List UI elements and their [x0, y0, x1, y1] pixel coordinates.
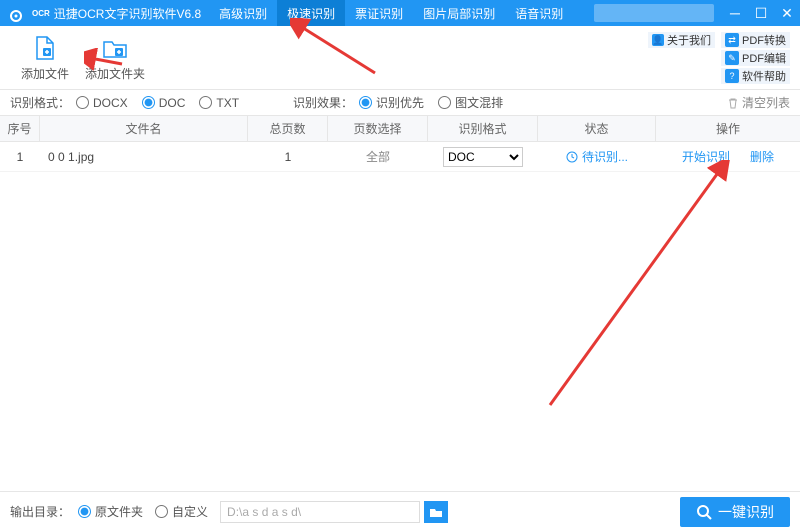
output-original-radio[interactable]: 原文件夹 [78, 503, 143, 520]
cell-format: DOC [428, 147, 538, 167]
folder-icon [429, 505, 443, 519]
main-tabs: 高级识别 极速识别 票证识别 图片局部识别 语音识别 [209, 0, 573, 26]
right-panel: 👤关于我们 ⇄PDF转换 ✎PDF编辑 ?软件帮助 [648, 32, 790, 84]
effect-priority-radio[interactable]: 识别优先 [359, 94, 424, 111]
effect-mixed-radio[interactable]: 图文混排 [438, 94, 503, 111]
clear-list-button[interactable]: 清空列表 [727, 94, 790, 111]
format-label: 识别格式： [10, 94, 70, 111]
output-custom-radio[interactable]: 自定义 [155, 503, 208, 520]
run-recognize-button[interactable]: 一键识别 [680, 497, 790, 527]
output-label: 输出目录： [10, 503, 70, 520]
logo-text: OCR [32, 9, 50, 18]
trash-icon [727, 97, 739, 109]
th-status: 状态 [538, 116, 656, 141]
add-folder-label: 添加文件夹 [85, 65, 145, 82]
user-icon: 👤 [652, 34, 664, 46]
table-header: 序号 文件名 总页数 页数选择 识别格式 状态 操作 [0, 116, 800, 142]
help-icon: ? [725, 69, 739, 83]
clock-icon [566, 151, 578, 163]
browse-button[interactable] [424, 501, 448, 523]
start-recognize-link[interactable]: 开始识别 [682, 148, 730, 165]
table-body: 1 0 0 1.jpg 1 全部 DOC 待识别... 开始识别 删除 [0, 142, 800, 464]
th-total-pages: 总页数 [248, 116, 328, 141]
th-filename: 文件名 [40, 116, 248, 141]
cell-page-select[interactable]: 全部 [328, 148, 428, 165]
maximize-button[interactable]: ☐ [748, 0, 774, 26]
format-txt-radio[interactable]: TXT [199, 96, 239, 110]
add-file-button[interactable]: 添加文件 [10, 30, 80, 86]
th-operations: 操作 [656, 116, 800, 141]
convert-icon: ⇄ [725, 33, 739, 47]
th-page-select: 页数选择 [328, 116, 428, 141]
cell-status: 待识别... [538, 148, 656, 165]
app-logo [4, 1, 28, 25]
options-bar: 识别格式： DOCX DOC TXT 识别效果： 识别优先 图文混排 清空列表 [0, 90, 800, 116]
tab-advanced[interactable]: 高级识别 [209, 0, 277, 26]
cell-pages: 1 [248, 150, 328, 164]
app-title: 迅捷OCR文字识别软件V6.8 [54, 5, 209, 22]
soft-help-button[interactable]: ?软件帮助 [721, 68, 790, 84]
about-button[interactable]: 👤关于我们 [648, 32, 715, 48]
file-add-icon [31, 34, 59, 62]
tab-voice[interactable]: 语音识别 [505, 0, 573, 26]
cell-ops: 开始识别 删除 [656, 148, 800, 165]
pdf-edit-button[interactable]: ✎PDF编辑 [721, 50, 790, 66]
format-select[interactable]: DOC [443, 147, 523, 167]
toolbar: 添加文件 添加文件夹 👤关于我们 ⇄PDF转换 ✎PDF编辑 ?软件帮助 [0, 26, 800, 90]
search-icon [696, 504, 712, 520]
format-docx-radio[interactable]: DOCX [76, 96, 128, 110]
pdf-convert-button[interactable]: ⇄PDF转换 [721, 32, 790, 48]
table-row[interactable]: 1 0 0 1.jpg 1 全部 DOC 待识别... 开始识别 删除 [0, 142, 800, 172]
tab-partial[interactable]: 图片局部识别 [413, 0, 505, 26]
edit-icon: ✎ [725, 51, 739, 65]
tab-ticket[interactable]: 票证识别 [345, 0, 413, 26]
tab-fast[interactable]: 极速识别 [277, 0, 345, 26]
output-path-input[interactable] [220, 501, 420, 523]
cell-filename: 0 0 1.jpg [40, 150, 248, 164]
minimize-button[interactable]: ─ [722, 0, 748, 26]
th-index: 序号 [0, 116, 40, 141]
cell-index: 1 [0, 150, 40, 164]
user-badge[interactable] [594, 4, 714, 22]
folder-add-icon [101, 34, 129, 62]
delete-link[interactable]: 删除 [750, 148, 774, 165]
add-folder-button[interactable]: 添加文件夹 [80, 30, 150, 86]
close-button[interactable]: ✕ [774, 0, 800, 26]
th-format: 识别格式 [428, 116, 538, 141]
footer-bar: 输出目录： 原文件夹 自定义 一键识别 [0, 491, 800, 531]
title-bar: OCR 迅捷OCR文字识别软件V6.8 高级识别 极速识别 票证识别 图片局部识… [0, 0, 800, 26]
effect-label: 识别效果： [293, 94, 353, 111]
format-doc-radio[interactable]: DOC [142, 96, 186, 110]
add-file-label: 添加文件 [21, 65, 69, 82]
